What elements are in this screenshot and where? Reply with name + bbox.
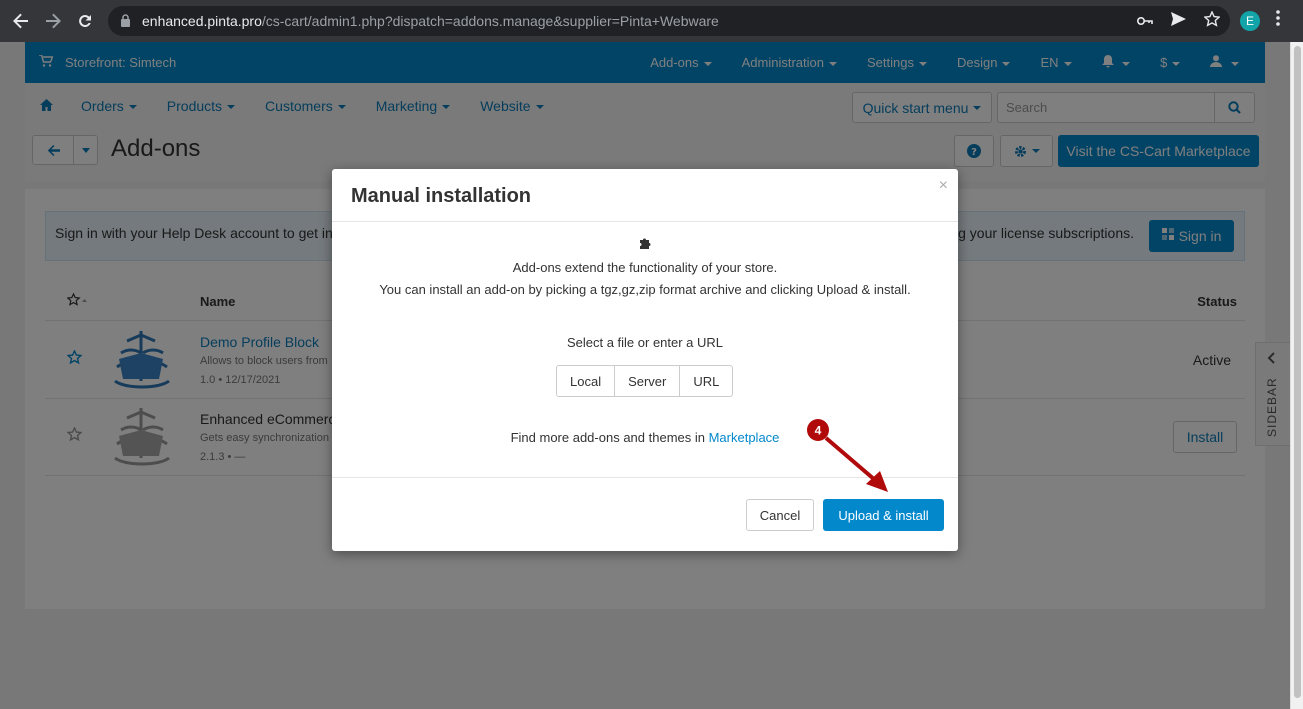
source-server-button[interactable]: Server	[614, 366, 679, 396]
url-host: enhanced.pinta.pro	[142, 13, 262, 29]
more-addons-label: Find more add-ons and themes in	[510, 430, 709, 445]
back-arrow-icon[interactable]	[10, 10, 32, 32]
reload-icon[interactable]	[74, 10, 96, 32]
forward-arrow-icon[interactable]	[42, 10, 64, 32]
profile-avatar[interactable]: E	[1240, 11, 1260, 31]
page-scrollbar[interactable]	[1290, 42, 1303, 709]
dialog-line-2: You can install an add-on by picking a t…	[379, 282, 911, 297]
close-icon[interactable]: ×	[939, 177, 948, 195]
manual-installation-dialog: Manual installation × Add-ons extend the…	[332, 169, 958, 551]
send-icon[interactable]	[1171, 12, 1186, 30]
key-icon[interactable]	[1136, 13, 1153, 30]
dialog-title: Manual installation	[351, 185, 532, 207]
browser-menu-icon[interactable]	[1276, 10, 1280, 31]
upload-install-button[interactable]: Upload & install	[823, 499, 944, 531]
dialog-body: Add-ons extend the functionality of your…	[332, 222, 958, 478]
dialog-header: Manual installation ×	[332, 169, 958, 222]
dialog-line-1: Add-ons extend the functionality of your…	[512, 260, 778, 275]
source-local-button[interactable]: Local	[557, 366, 614, 396]
browser-toolbar: enhanced.pinta.pro/cs-cart/admin1.php?di…	[0, 0, 1303, 42]
marketplace-link[interactable]: Marketplace	[709, 430, 780, 445]
dialog-footer: Cancel Upload & install	[332, 478, 958, 551]
cancel-button[interactable]: Cancel	[746, 499, 814, 531]
lock-icon	[120, 14, 132, 28]
address-bar[interactable]: enhanced.pinta.pro/cs-cart/admin1.php?di…	[108, 6, 1230, 36]
url-path: /cs-cart/admin1.php?dispatch=addons.mana…	[261, 13, 719, 29]
source-url-button[interactable]: URL	[679, 366, 732, 396]
scrollbar-thumb[interactable]	[1294, 46, 1301, 698]
more-addons-text: Find more add-ons and themes in Marketpl…	[332, 430, 958, 445]
puzzle-icon	[637, 236, 653, 252]
bookmark-star-icon[interactable]	[1203, 10, 1221, 31]
select-source-label: Select a file or enter a URL	[566, 335, 724, 350]
source-selector: Local Server URL	[556, 365, 734, 397]
